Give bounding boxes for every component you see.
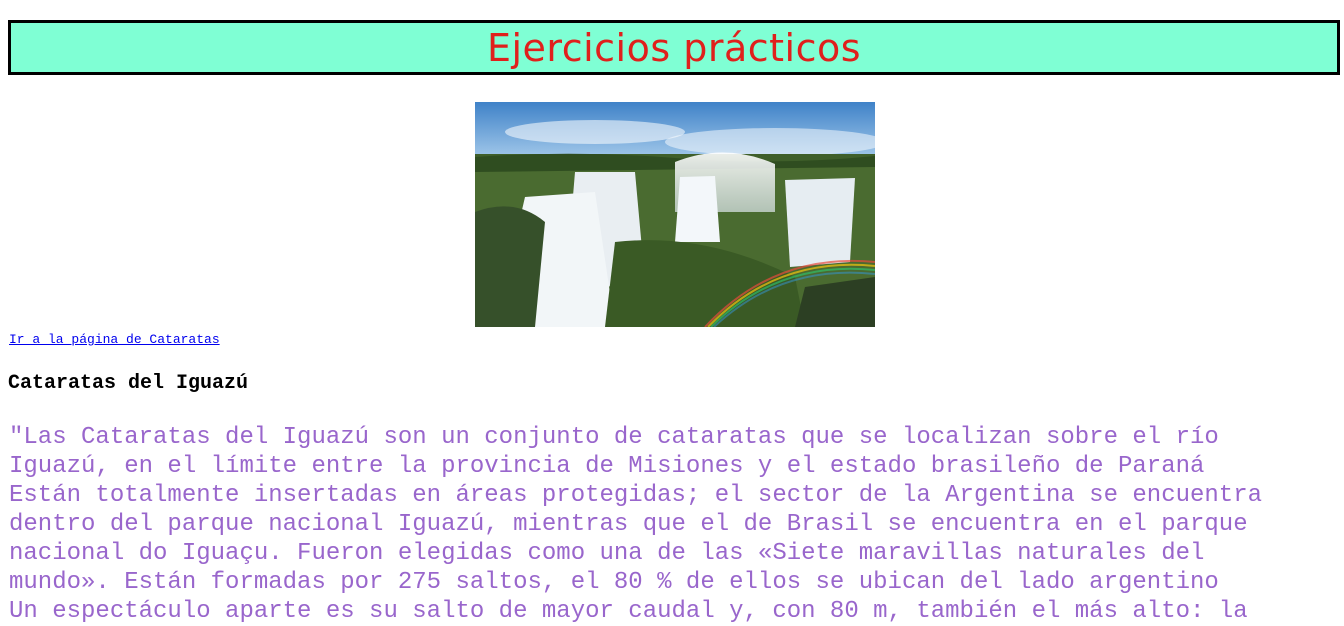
cataratas-page-link[interactable]: Ir a la página de Cataratas	[9, 332, 220, 347]
section-heading: Cataratas del Iguazú	[8, 372, 249, 395]
description-paragraph: "Las Cataratas del Iguazú son un conjunt…	[9, 424, 1263, 625]
page-header: Ejercicios prácticos	[8, 20, 1340, 75]
page-title: Ejercicios prácticos	[486, 25, 862, 70]
iguazu-falls-image	[475, 102, 875, 327]
